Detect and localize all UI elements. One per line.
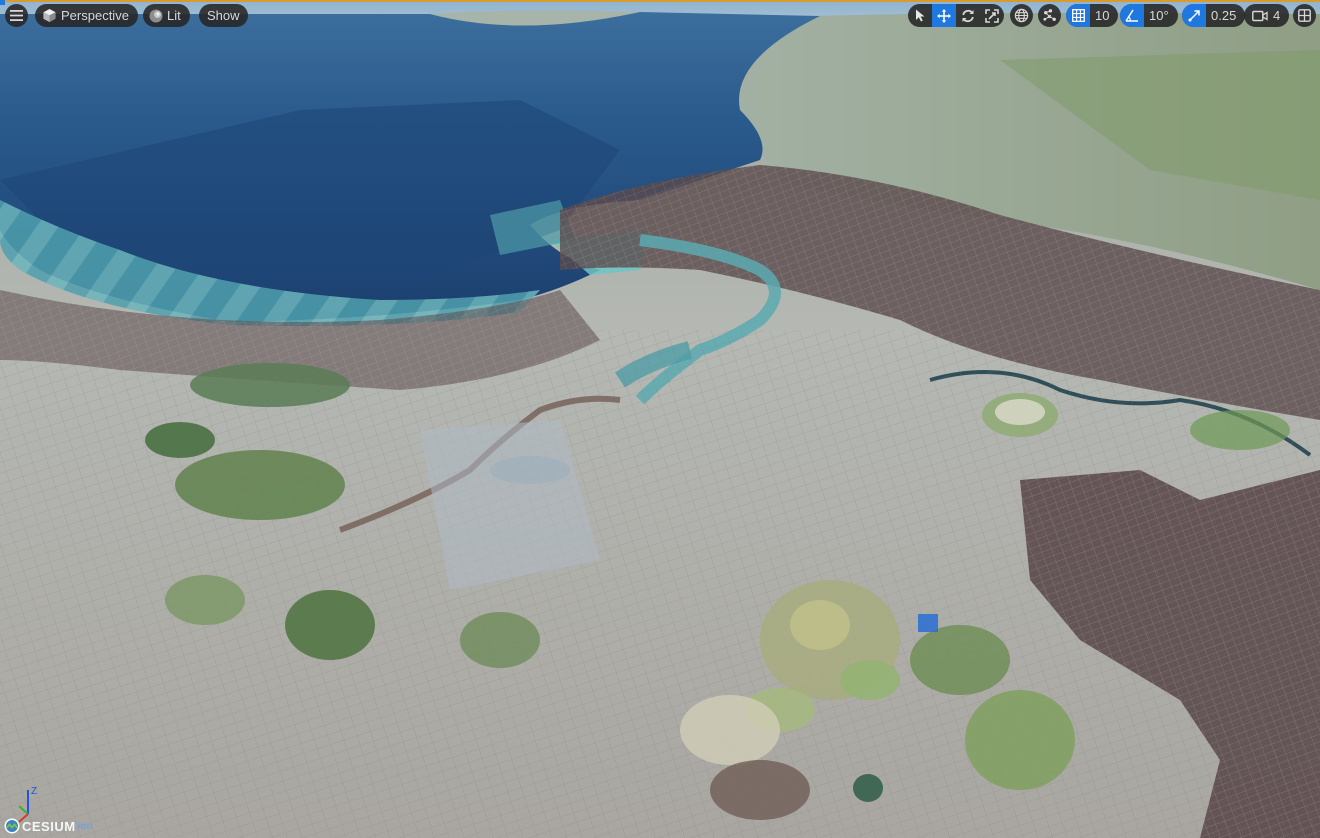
viewport-layout-button[interactable] [1293, 4, 1316, 27]
rotate-mode-button[interactable] [956, 4, 980, 27]
cesium-logo-text: CESIUM [22, 818, 76, 834]
level-viewport[interactable]: Perspective Lit Show 10 10° 0.25 4 Z CES… [0, 0, 1320, 838]
transform-tools-group [908, 4, 1004, 27]
scale-snap-value[interactable]: 0.25 [1206, 8, 1245, 23]
show-flags-dropdown[interactable]: Show [199, 4, 248, 27]
3d-scene-aerial-map[interactable] [0, 0, 1320, 838]
cesium-ion-logo: CESIUM ion [4, 817, 93, 835]
lighting-mode-label: Lit [167, 8, 181, 23]
rotate-icon [962, 9, 974, 22]
scale-snap-toggle[interactable] [1182, 4, 1206, 27]
view-lighting-mode-dropdown[interactable]: Lit [143, 4, 190, 27]
show-label: Show [207, 8, 240, 23]
scale-icon [985, 8, 999, 23]
camera-speed-button[interactable]: 4 [1244, 4, 1290, 27]
view-mode-dropdown[interactable]: Perspective [35, 4, 138, 27]
grid-snap-toggle[interactable] [1066, 4, 1090, 27]
active-viewport-border [0, 0, 1320, 2]
globe-icon [1014, 8, 1029, 23]
viewport-layout-icon [1298, 9, 1311, 22]
select-mode-button[interactable] [908, 4, 932, 27]
grid-snap-control: 10 [1066, 4, 1119, 27]
rotation-snap-value[interactable]: 10° [1144, 8, 1178, 23]
scale-snap-control: 0.25 [1182, 4, 1246, 27]
scale-arrow-icon [1188, 10, 1200, 22]
lit-sphere-icon [149, 9, 163, 22]
translate-mode-button[interactable] [932, 4, 956, 27]
rotation-snap-control: 10° [1120, 4, 1178, 27]
scale-mode-button[interactable] [980, 4, 1004, 27]
surface-snapping-button[interactable] [1038, 4, 1061, 27]
surface-snap-icon [1043, 9, 1056, 21]
rotation-snap-toggle[interactable] [1120, 4, 1144, 27]
viewport-corner-marker [0, 0, 5, 5]
viewport-options-menu-button[interactable] [5, 4, 28, 27]
grid-icon [1071, 9, 1085, 22]
cesium-logo-icon [4, 818, 20, 834]
camera-icon [1252, 10, 1268, 21]
angle-icon [1125, 9, 1138, 22]
cesium-ion-suffix: ion [77, 820, 93, 832]
camera-speed-value: 4 [1273, 8, 1281, 23]
hamburger-menu-icon [10, 10, 23, 21]
z-axis-label: Z [31, 786, 37, 797]
grid-snap-value[interactable]: 10 [1090, 8, 1118, 23]
move-arrows-icon [937, 8, 951, 23]
view-mode-label: Perspective [61, 8, 129, 23]
coordinate-system-button[interactable] [1010, 4, 1033, 27]
cursor-arrow-icon [915, 9, 924, 22]
y-axis-line [18, 805, 29, 815]
cube-icon [43, 8, 56, 23]
